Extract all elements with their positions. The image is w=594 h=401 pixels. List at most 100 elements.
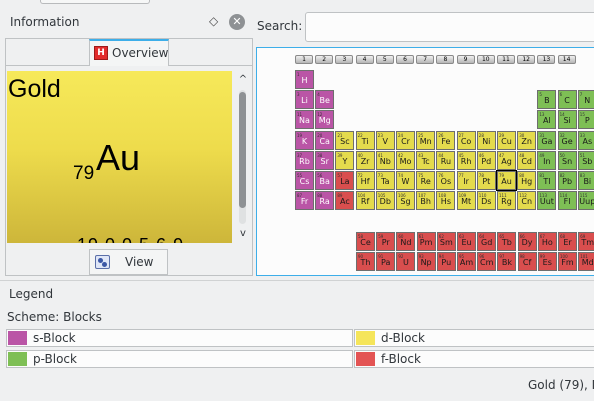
element-cell-number: 42 — [398, 152, 404, 158]
group-header-12[interactable]: 12 — [517, 55, 536, 64]
element-name: Gold — [8, 75, 61, 103]
element-cell-number: 25 — [418, 132, 424, 138]
group-header-1[interactable]: 1 — [295, 55, 313, 64]
legend-item-f-block: f-Block — [354, 350, 594, 368]
element-cell-number: 59 — [378, 234, 384, 239]
element-cell-Pu[interactable]: 94 Pu — [436, 252, 456, 272]
chevron-down-icon[interactable]: v — [236, 228, 250, 240]
element-cell-symbol: N — [584, 96, 591, 106]
element-cell-number: 23 — [377, 132, 383, 138]
close-icon[interactable]: ✕ — [229, 14, 245, 30]
element-cell-number: 74 — [398, 173, 404, 178]
element-cell-Db[interactable]: 105 Db — [375, 191, 395, 211]
group-header-10[interactable]: 10 — [476, 55, 495, 64]
element-cell-Ac[interactable]: 89 Ac — [335, 191, 355, 211]
group-header-5[interactable]: 5 — [375, 55, 394, 64]
element-cell-Cn[interactable]: 112 Cn — [517, 191, 537, 211]
element-cell-Hs[interactable]: 108 Hs — [436, 191, 456, 211]
legend-swatch — [8, 352, 27, 366]
element-cell-number: 56 — [317, 173, 323, 178]
element-cell-number: 5 — [539, 92, 542, 98]
group-header-7[interactable]: 7 — [416, 55, 435, 64]
tab-view[interactable]: View — [89, 249, 168, 275]
element-cell-number: 89 — [337, 193, 343, 199]
element-cell-Th[interactable]: 90 Th — [356, 252, 375, 272]
element-cell-U[interactable]: 92 U — [396, 252, 416, 272]
element-cell-Sg[interactable]: 106 Sg — [396, 191, 415, 211]
element-cell-number: 66 — [519, 234, 525, 239]
group-header-3[interactable]: 3 — [335, 55, 354, 64]
group-header-14[interactable]: 14 — [557, 55, 576, 64]
element-cell-number: 75 — [418, 173, 424, 178]
element-cell-number: 22 — [357, 132, 363, 138]
element-cell-number: 68 — [560, 234, 566, 239]
element-cell-number: 112 — [519, 193, 527, 199]
element-cell-Cm[interactable]: 96 Cm — [477, 252, 497, 272]
element-cell-number: 98 — [519, 254, 525, 260]
element-cell-number: 12 — [317, 112, 323, 118]
toolbar-button[interactable] — [40, 0, 150, 4]
element-cell-Bk[interactable]: 97 Bk — [497, 252, 517, 272]
element-cell-number: 76 — [438, 173, 444, 178]
element-cell-Fm[interactable]: 100 Fm — [558, 252, 577, 272]
tab-overview[interactable]: H Overview — [89, 39, 169, 66]
element-cell-number: 93 — [418, 254, 424, 260]
element-cell-number: 99 — [539, 254, 545, 260]
info-dock-title: Information — [10, 15, 80, 29]
element-cell-number: 94 — [438, 254, 444, 260]
element-cell-Mt[interactable]: 109 Mt — [456, 191, 476, 211]
element-cell-symbol: H — [301, 76, 308, 85]
element-cell-number: 65 — [499, 234, 505, 239]
element-cell-Np[interactable]: 93 Np — [416, 252, 436, 272]
element-mass-cutoff: 19 0 0 5 6 9 — [77, 235, 184, 243]
element-cell-number: 31 — [539, 132, 545, 138]
element-cell-number: 95 — [459, 254, 465, 260]
element-cell-Uut[interactable]: 113 Uut — [537, 191, 557, 211]
group-header-2[interactable]: 2 — [315, 55, 334, 64]
element-cell-number: 87 — [297, 193, 303, 199]
info-dock-header: Information ◇ ✕ — [6, 12, 252, 34]
element-cell-number: 43 — [418, 152, 424, 158]
legend-swatch — [356, 352, 375, 366]
status-bar-text: Gold (79), M — [528, 378, 594, 392]
group-header-8[interactable]: 8 — [436, 55, 455, 64]
element-cell-number: 20 — [317, 132, 323, 138]
float-dock-icon[interactable]: ◇ — [209, 14, 218, 28]
group-header-11[interactable]: 11 — [497, 55, 515, 64]
element-cell-number: 105 — [377, 193, 386, 199]
legend-item-d-block: d-Block — [354, 329, 594, 347]
group-header-6[interactable]: 6 — [396, 55, 414, 64]
element-cell-Fr[interactable]: 87 Fr — [295, 191, 314, 211]
legend-label: p-Block — [33, 352, 77, 366]
element-cell-number: 49 — [539, 152, 545, 158]
element-cell-Md[interactable]: 101 Md — [578, 252, 594, 272]
element-cell-number: 4 — [317, 92, 320, 98]
element-cell-number: 114 — [559, 193, 568, 199]
legend-label: d-Block — [381, 331, 425, 345]
element-overview-card: Gold 79 Au 19 0 0 5 6 9 — [7, 71, 232, 243]
group-header-13[interactable]: 13 — [537, 55, 556, 64]
element-cell-Fl[interactable]: 114 Fl — [557, 191, 577, 211]
chevron-up-icon[interactable]: ^ — [236, 74, 250, 86]
search-input[interactable] — [305, 12, 594, 42]
element-cell-Am[interactable]: 95 Am — [457, 252, 476, 272]
search-label: Search: — [257, 19, 303, 33]
element-cell-symbol: U — [402, 258, 409, 268]
element-cell-Bh[interactable]: 107 Bh — [416, 191, 436, 211]
overview-scrollbar[interactable]: ^ v — [236, 74, 250, 244]
element-cell-Ra[interactable]: 88 Ra — [315, 191, 335, 211]
element-cell-Uup[interactable]: 115 Uup — [577, 191, 594, 211]
element-cell-number: 61 — [418, 234, 424, 239]
group-header-4[interactable]: 4 — [355, 55, 374, 64]
element-cell-Pa[interactable]: 91 Pa — [376, 252, 396, 272]
element-cell-Es[interactable]: 99 Es — [537, 252, 557, 272]
element-cell-number: 47 — [499, 152, 505, 158]
element-cell-Rf[interactable]: 104 Rf — [355, 191, 375, 211]
element-cell-Rg[interactable]: 111 Rg — [497, 191, 516, 211]
element-cell-Ds[interactable]: 110 Ds — [476, 191, 496, 211]
element-cell-Cf[interactable]: 98 Cf — [517, 252, 537, 272]
legend-scheme: Scheme: Blocks — [7, 310, 102, 324]
legend-item-p-block: p-Block — [6, 350, 353, 368]
group-header-9[interactable]: 9 — [456, 55, 475, 64]
scrollbar-thumb[interactable] — [239, 92, 246, 208]
